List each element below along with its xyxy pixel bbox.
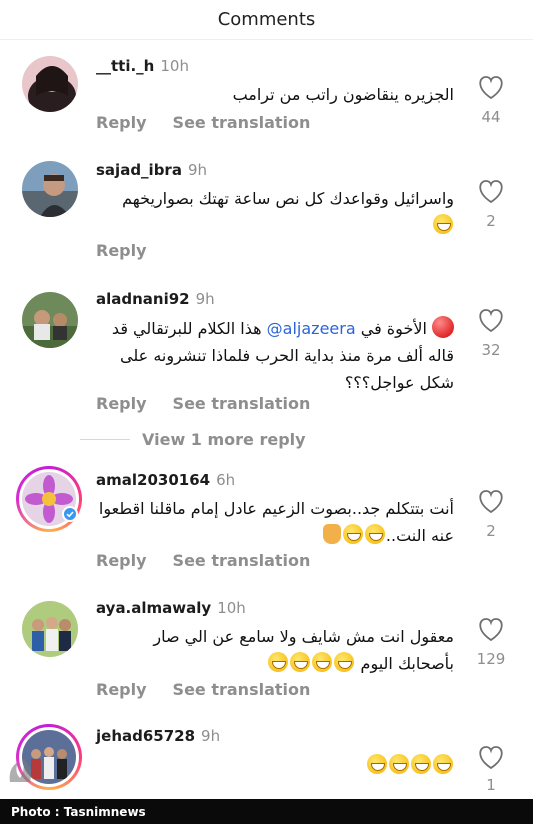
- comment-text: [96, 752, 454, 779]
- like-count: 2: [486, 522, 496, 540]
- mention-link[interactable]: @aljazeera: [267, 319, 356, 338]
- photo-credit-bar: Photo : Tasnimnews: [0, 799, 533, 824]
- laughing-emoji-icon: [433, 754, 453, 774]
- heart-icon[interactable]: [478, 76, 504, 100]
- laughing-emoji-icon: [268, 652, 289, 672]
- avatar[interactable]: [22, 601, 78, 657]
- see-translation-button[interactable]: See translation: [173, 113, 311, 132]
- verified-badge-icon: [62, 506, 78, 522]
- comment-text: معقول انت مش شايف ولا سامع عن الي صار بأ…: [96, 623, 454, 677]
- comment-meta: aya.almawaly 10h: [96, 599, 246, 617]
- see-translation-button[interactable]: See translation: [173, 394, 311, 413]
- red-circle-emoji-icon: [432, 316, 454, 338]
- avatar[interactable]: [22, 292, 78, 348]
- username[interactable]: jehad65728: [96, 727, 195, 745]
- comment-actions: Reply See translation: [96, 113, 336, 132]
- laughing-emoji-icon: [342, 524, 363, 544]
- like-count: 32: [481, 341, 501, 359]
- heart-icon[interactable]: [478, 746, 504, 770]
- laughing-emoji-icon: [312, 652, 333, 672]
- like-control: 32: [476, 309, 506, 359]
- watermark-logo-icon: [9, 758, 31, 782]
- reply-button[interactable]: Reply: [96, 680, 147, 699]
- timestamp: 6h: [216, 471, 236, 489]
- comment-meta: jehad65728 9h: [96, 727, 220, 745]
- see-translation-button[interactable]: See translation: [173, 551, 311, 570]
- heart-icon[interactable]: [478, 490, 504, 514]
- comment-meta: amal2030164 6h: [96, 471, 235, 489]
- laughing-emoji-icon: [290, 652, 311, 672]
- laughing-emoji-icon: [411, 754, 431, 774]
- like-count: 1: [486, 776, 496, 794]
- like-count: 2: [486, 212, 496, 230]
- like-control: 129: [476, 618, 506, 668]
- laughing-emoji-icon: [433, 214, 453, 234]
- comment-actions: Reply See translation: [96, 551, 336, 570]
- reply-button[interactable]: Reply: [96, 241, 147, 260]
- see-translation-button[interactable]: See translation: [173, 680, 311, 699]
- like-control: 1: [476, 746, 506, 794]
- header-title: Comments: [217, 9, 316, 30]
- like-count: 129: [476, 650, 506, 668]
- heart-icon[interactable]: [478, 180, 504, 204]
- username[interactable]: aya.almawaly: [96, 599, 211, 617]
- avatar[interactable]: [22, 56, 78, 112]
- laughing-emoji-icon: [389, 754, 409, 774]
- username[interactable]: sajad_ibra: [96, 161, 182, 179]
- like-control: 2: [476, 490, 506, 540]
- comment-meta: sajad_ibra 9h: [96, 161, 207, 179]
- heart-icon[interactable]: [478, 618, 504, 642]
- username[interactable]: amal2030164: [96, 471, 210, 489]
- laughing-emoji-icon: [364, 524, 385, 544]
- laughing-emoji-icon: [367, 754, 387, 774]
- comment-text: الجزيره ينقاضون راتب من ترامب: [232, 85, 454, 104]
- timestamp: 10h: [160, 57, 189, 75]
- comment-text: واسرائيل وقواعدك كل نص ساعة تهتك بصواريخ…: [96, 185, 454, 239]
- comment-text-part: الأخوة في: [355, 319, 427, 338]
- like-control: 44: [476, 76, 506, 126]
- view-more-replies-label[interactable]: View 1 more reply: [142, 430, 306, 449]
- comment-actions: Reply See translation: [96, 680, 336, 699]
- avatar-story-ring[interactable]: [16, 466, 82, 532]
- comments-header: Comments: [0, 0, 533, 40]
- comment-meta: __tti._h 10h: [96, 57, 189, 75]
- view-more-replies[interactable]: View 1 more reply: [80, 430, 306, 449]
- username[interactable]: __tti._h: [96, 57, 154, 75]
- hand-emoji-icon: [322, 524, 341, 544]
- username[interactable]: aladnani92: [96, 290, 190, 308]
- laughing-emoji-icon: [334, 652, 355, 672]
- photo-credit: Photo : Tasnimnews: [11, 804, 146, 819]
- comment-actions: Reply See translation: [96, 394, 336, 413]
- comment-text-content: أنت بتتكلم جد..بصوت الزعيم عادل إمام ماق…: [98, 499, 454, 545]
- avatar[interactable]: [22, 161, 78, 217]
- comment-meta: aladnani92 9h: [96, 290, 215, 308]
- divider-line: [80, 439, 130, 440]
- comment-text-content: واسرائيل وقواعدك كل نص ساعة تهتك بصواريخ…: [122, 189, 454, 208]
- comment-text: الأخوة في @aljazeera هذا الكلام للبرتقال…: [96, 315, 454, 396]
- like-control: 2: [476, 180, 506, 230]
- timestamp: 10h: [217, 599, 246, 617]
- reply-button[interactable]: Reply: [96, 551, 147, 570]
- reply-button[interactable]: Reply: [96, 113, 147, 132]
- timestamp: 9h: [187, 161, 208, 179]
- reply-button[interactable]: Reply: [96, 394, 147, 413]
- heart-icon[interactable]: [478, 309, 504, 333]
- comment-text: أنت بتتكلم جد..بصوت الزعيم عادل إمام ماق…: [96, 495, 454, 549]
- timestamp: 9h: [201, 727, 221, 745]
- timestamp: 9h: [195, 290, 215, 308]
- comment-actions: Reply: [96, 241, 173, 260]
- like-count: 44: [481, 108, 501, 126]
